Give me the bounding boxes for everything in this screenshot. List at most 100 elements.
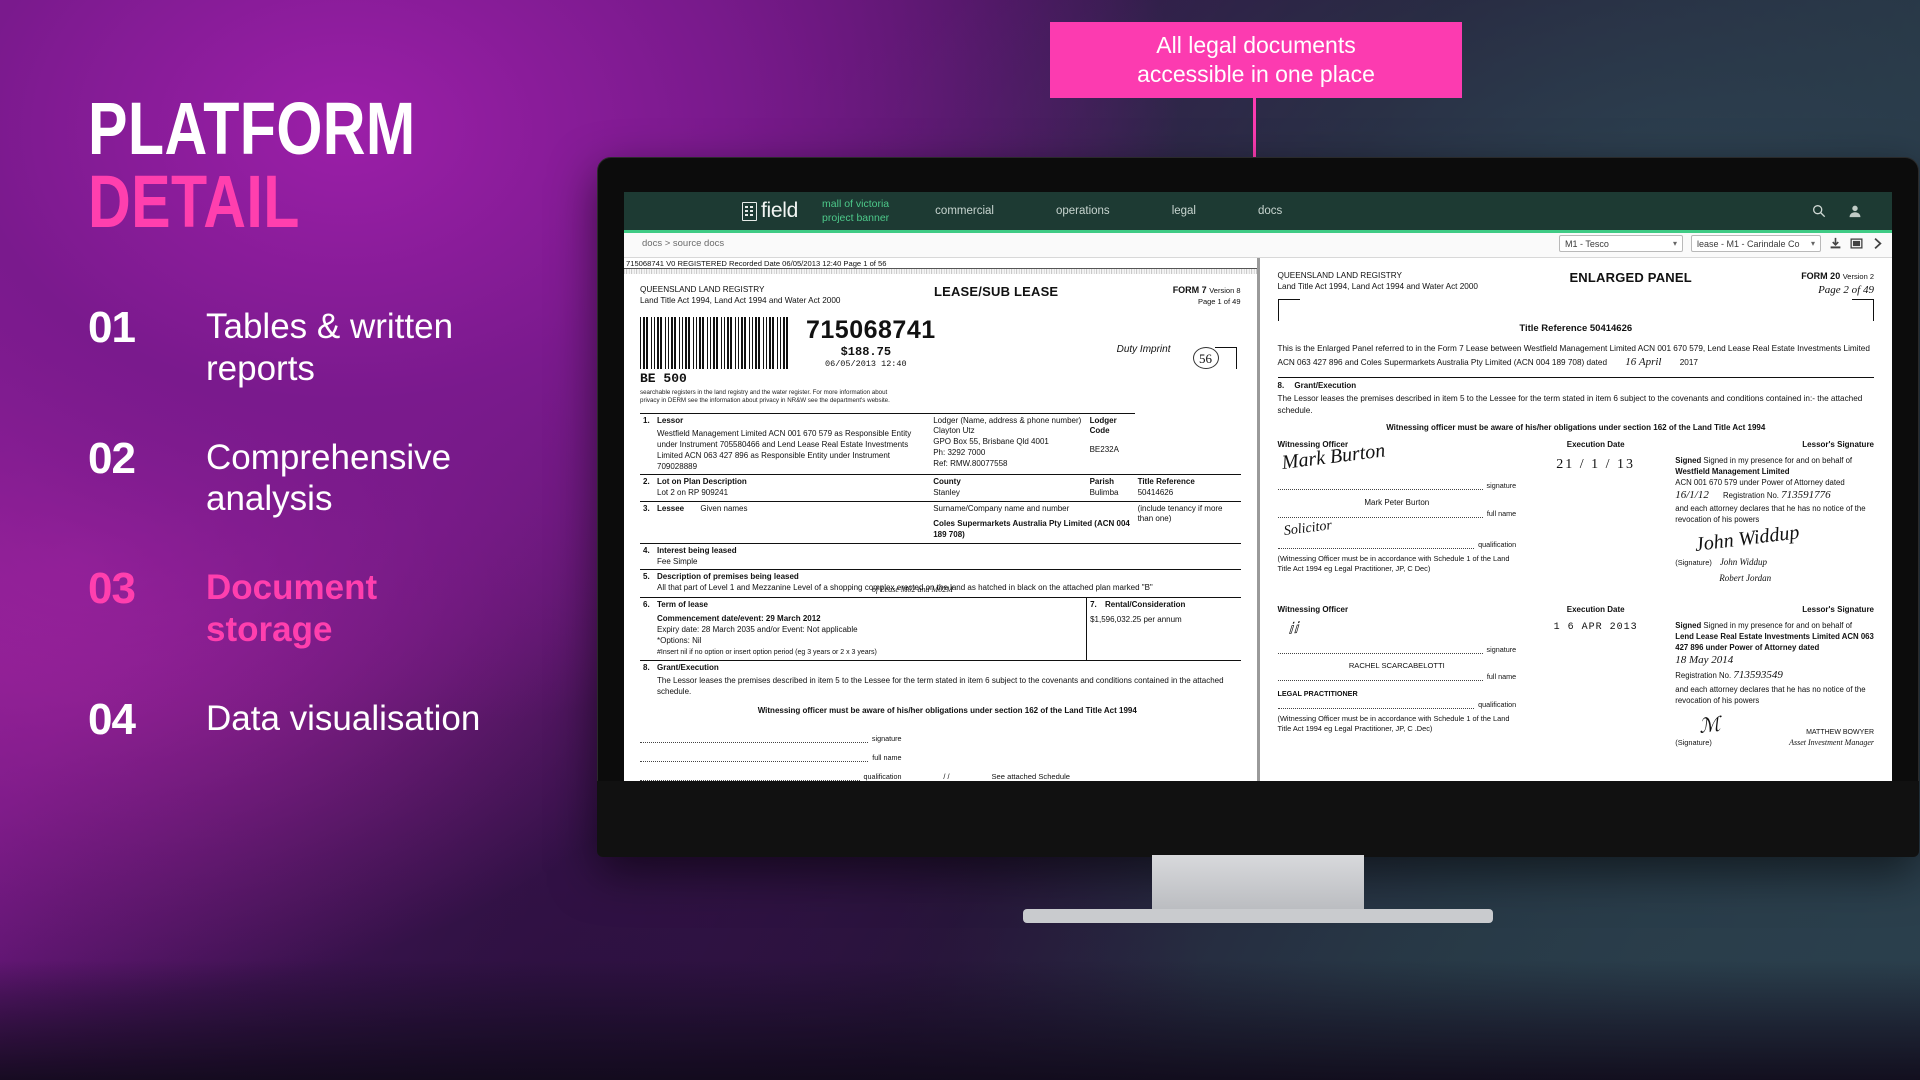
fullscreen-icon[interactable] (1850, 237, 1863, 250)
lessor-poa: ACN 001 670 579 under Power of Attorney … (1675, 477, 1845, 487)
select-primary[interactable]: M1 - Tesco ▾ (1559, 235, 1683, 252)
barcode-row: 715068741 $188.75 06/05/2013 12:40 Duty … (640, 316, 1241, 369)
row-label: Lessor (657, 415, 684, 425)
parish-label: Parish (1089, 477, 1115, 487)
rental-label: Rental/Consideration (1104, 600, 1186, 610)
search-icon[interactable] (1812, 204, 1826, 218)
lease-form-table: 1. Lessor Westfield Management Limited A… (640, 412, 1241, 719)
chevron-down-icon: ▾ (1672, 239, 1677, 248)
table-row: 2. Lot on Plan Description Lot 2 on RP 9… (640, 474, 1241, 502)
title-ref-value: 50414626 (1137, 487, 1174, 497)
nav-link-legal[interactable]: legal (1172, 205, 1196, 217)
registration-no-handwritten: 713591776 (1781, 488, 1831, 501)
row-label: Term of lease (657, 600, 708, 610)
witness-note: Witnessing officer must be aware of his/… (757, 705, 1137, 715)
monitor-mockup: field mall of victoria project banner co… (597, 157, 1919, 923)
county-value: Stanley (933, 487, 960, 497)
qualification-label: qualification (863, 771, 902, 781)
commencement-date: Commencement date/event: 29 March 2012 (657, 614, 821, 624)
execution-date-handwritten: 21 / 1 / 13 (1556, 456, 1636, 472)
lodger-code-label: Lodger Code (1089, 415, 1117, 436)
parish-value: Bulimba (1089, 487, 1119, 497)
interest-value: Fee Simple (657, 556, 698, 566)
duty-imprint-label: Duty Imprint (1116, 343, 1171, 355)
nav-actions (1812, 204, 1862, 218)
registration-no-handwritten: 713593549 (1733, 669, 1783, 682)
row-label: Lot on Plan Description (657, 477, 747, 487)
options-note: #Insert nil if no option or insert optio… (657, 649, 877, 657)
lodger-line-4: Ref: RMW.80077558 (933, 458, 1008, 468)
poa-date-handwritten: 16/1/12 (1675, 488, 1709, 501)
witness-note: Witnessing officer must be aware of his/… (1386, 422, 1766, 432)
page-handwritten: Page 2 of 49 (1818, 284, 1874, 297)
registration-label: Registration No. (1675, 671, 1732, 681)
section-index: 8. (1277, 380, 1285, 390)
duty-amount-date: 06/05/2013 12:40 (825, 358, 907, 369)
signature-label: (Signature) (1675, 557, 1712, 567)
grant-body: The Lessor leases the premises described… (657, 676, 1224, 697)
list-item-label: Document storage (206, 568, 378, 649)
col-header-execdate: Execution Date (1566, 439, 1625, 449)
scan-header: 715068741 V0 REGISTERED Recorded Date 06… (624, 258, 1257, 269)
nav-link-operations[interactable]: operations (1056, 205, 1110, 217)
user-icon[interactable] (1848, 204, 1862, 218)
fullname-row: full name (640, 752, 901, 762)
monitor-stand-neck (1152, 855, 1364, 913)
document-page-left[interactable]: 715068741 V0 REGISTERED Recorded Date 06… (624, 258, 1257, 781)
row-index: 2. (640, 474, 654, 502)
registry-acts: Land Title Act 1994, Land Act 1994 and W… (1277, 282, 1478, 292)
lodger-line-1: Clayton Utz (933, 426, 975, 436)
table-row: 6. Term of lease Commencement date/event… (640, 597, 1241, 661)
execution-date-stamp: 1 6 APR 2013 (1553, 621, 1638, 633)
next-page-icon[interactable] (1871, 237, 1884, 250)
table-row: 3. Lessee Given names Surname/Company na… (640, 500, 1241, 544)
execution-date-blank: / / (943, 771, 950, 781)
nav-link-docs[interactable]: docs (1258, 205, 1282, 217)
registry-acts: Land Title Act 1994, Land Act 1994 and W… (640, 296, 841, 306)
rental-value: $1,596,032.25 per annum (1090, 615, 1182, 625)
list-item-active: 03 Document storage (88, 567, 518, 650)
witness-qualification: LEGAL PRACTITIONER (1277, 688, 1358, 698)
monitor-stand-base (1023, 909, 1493, 923)
given-names-label: Given names (700, 503, 748, 513)
document-title: LEASE/SUB LEASE (933, 284, 1059, 299)
intro-text: This is the Enlarged Panel referred to i… (1277, 343, 1870, 367)
document-header: QUEENSLAND LAND REGISTRY Land Title Act … (1278, 270, 1875, 299)
nav-link-commercial[interactable]: commercial (935, 205, 994, 217)
row-index: 6. (640, 597, 654, 661)
signature-label: signature (1486, 644, 1517, 654)
document-page-right[interactable]: QUEENSLAND LAND REGISTRY Land Title Act … (1259, 258, 1892, 781)
qualification-label: qualification (1478, 699, 1517, 709)
lessee-name: Coles Supermarkets Australia Pty Limited… (933, 519, 1130, 540)
document-toolbar: docs > source docs M1 - Tesco ▾ lease - … (624, 230, 1892, 258)
brand-logo[interactable]: field (742, 199, 798, 223)
list-item-number: 04 (88, 695, 136, 744)
scan-noise (624, 269, 1257, 274)
lodger-line-2: GPO Box 55, Brisbane Qld 4001 (933, 437, 1049, 447)
table-row: 1. Lessor Westfield Management Limited A… (640, 412, 1241, 475)
surname-label: Surname/Company name and number (933, 503, 1070, 513)
intro-date-handwritten: 16 April (1625, 355, 1662, 368)
project-name: mall of victoria (822, 197, 890, 210)
lodger-line-3: Ph: 3292 7000 (933, 447, 986, 457)
breadcrumb[interactable]: docs > source docs (642, 238, 724, 249)
select-secondary-value: lease - M1 - Carindale Co (1697, 238, 1800, 249)
witness-note-small: (Witnessing Officer must be in accordanc… (1277, 553, 1510, 573)
nav-accent-bar (624, 230, 1892, 233)
grant-execution-body: The Lessor leases the premises described… (1277, 393, 1863, 415)
registry-name: QUEENSLAND LAND REGISTRY (1277, 271, 1403, 280)
document-viewer[interactable]: 715068741 V0 REGISTERED Recorded Date 06… (624, 258, 1892, 781)
brand-name: field (761, 199, 799, 222)
callout-banner: All legal documents accessible in one pl… (1050, 22, 1462, 98)
barcode (640, 316, 788, 369)
county-label: County (933, 477, 961, 487)
list-item-label: Tables & written reports (206, 307, 454, 388)
execution-block: Witnessing Officer ⅈⅈ signature RACHEL S… (1277, 604, 1874, 748)
lessor-name: Lend Lease Real Estate Investments Limit… (1675, 631, 1874, 652)
lessor-details: Westfield Management Limited ACN 001 670… (657, 429, 912, 471)
download-icon[interactable] (1829, 237, 1842, 250)
poa-date-handwritten: 18 May 2014 (1675, 653, 1734, 666)
list-item-number: 01 (88, 303, 136, 353)
row-index: 1. (640, 412, 654, 475)
select-secondary[interactable]: lease - M1 - Carindale Co ▾ (1691, 235, 1821, 252)
